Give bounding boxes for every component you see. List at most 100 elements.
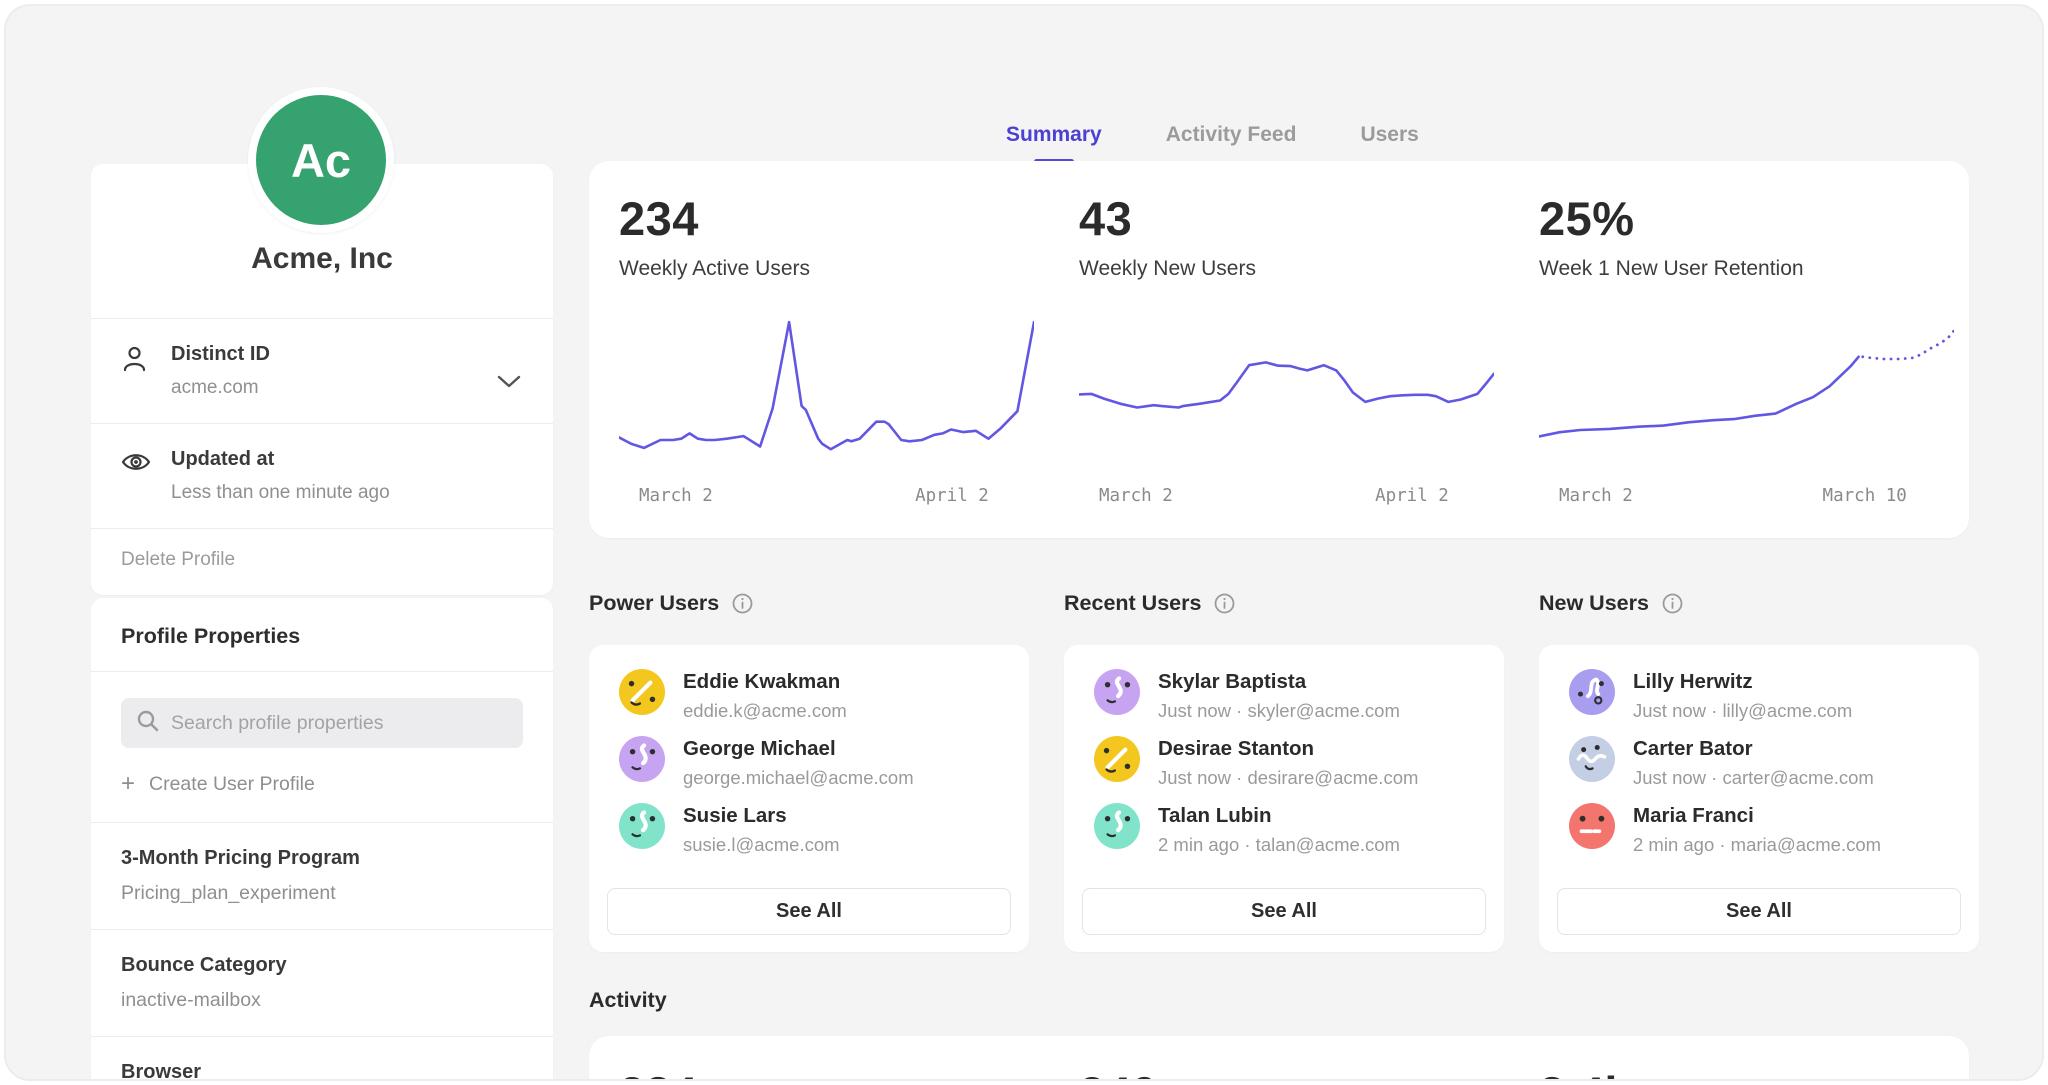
app-window: Ac Acme, Inc Distinct ID acme.com: [4, 4, 2044, 1081]
week1-retention-chart: [1539, 306, 1954, 474]
tab-activity-feed[interactable]: Activity Feed: [1166, 123, 1297, 164]
weekly-new-users-chart: [1079, 306, 1494, 474]
user-name: George Michael: [683, 736, 914, 761]
search-icon: [137, 710, 159, 737]
stat-label: Weekly New Users: [1079, 257, 1496, 281]
user-row[interactable]: Carter Bator Just now · carter@acme.com: [1569, 736, 1949, 789]
profile-properties-title: Profile Properties: [91, 598, 553, 671]
user-row[interactable]: Skylar Baptista Just now · skyler@acme.c…: [1094, 669, 1474, 722]
recent-users-card: Skylar Baptista Just now · skyler@acme.c…: [1064, 645, 1504, 952]
user-avatar: [1094, 669, 1140, 715]
chevron-down-icon[interactable]: [497, 375, 521, 394]
eye-icon: [121, 448, 151, 504]
stat-week1-retention: 25% Week 1 New User Retention March 2 Ma…: [1539, 161, 1956, 538]
power-users-card: Eddie Kwakman eddie.k@acme.com George Mi…: [589, 645, 1029, 952]
field-label: Updated at: [171, 448, 390, 471]
user-row[interactable]: Maria Franci 2 min ago · maria@acme.com: [1569, 803, 1949, 856]
user-avatar: [1094, 736, 1140, 782]
new-users-title: New Users: [1539, 591, 1649, 616]
search-input[interactable]: [171, 712, 507, 735]
info-icon[interactable]: [1662, 593, 1683, 614]
delete-profile-button[interactable]: Delete Profile: [91, 529, 553, 595]
user-name: Desirae Stanton: [1158, 736, 1418, 761]
user-meta: Just now · skyler@acme.com: [1158, 700, 1400, 722]
summary-stats-card: 234 Weekly Active Users March 2 April 2 …: [589, 161, 1969, 538]
user-name: Carter Bator: [1633, 736, 1874, 761]
plus-icon: +: [121, 772, 135, 796]
company-avatar: Ac: [248, 87, 394, 233]
user-meta: Just now · carter@acme.com: [1633, 767, 1874, 789]
user-row[interactable]: Eddie Kwakman eddie.k@acme.com: [619, 669, 999, 722]
x-tick: March 10: [1823, 486, 1907, 506]
user-row[interactable]: Susie Lars susie.l@acme.com: [619, 803, 999, 856]
field-distinct-id[interactable]: Distinct ID acme.com: [91, 319, 553, 423]
x-tick: March 2: [1099, 486, 1173, 506]
user-name: Skylar Baptista: [1158, 669, 1400, 694]
stat-weekly-active-users: 234 Weekly Active Users March 2 April 2: [619, 161, 1036, 538]
user-meta: 2 min ago · talan@acme.com: [1158, 834, 1400, 856]
create-user-profile-button[interactable]: + Create User Profile: [121, 772, 315, 796]
chart-x-axis: March 2 April 2: [1079, 486, 1496, 510]
user-meta: 2 min ago · maria@acme.com: [1633, 834, 1881, 856]
user-name: Lilly Herwitz: [1633, 669, 1852, 694]
user-avatar: [619, 669, 665, 715]
property-name: Browser: [121, 1061, 523, 1081]
profile-properties-card: Profile Properties + Create User Profile…: [91, 598, 553, 1081]
info-icon[interactable]: [1214, 593, 1235, 614]
property-row: Browser Chrome: [91, 1037, 553, 1081]
property-row: Bounce Category inactive-mailbox: [91, 930, 553, 1036]
activity-card: 234 240 3.4k: [589, 1036, 1969, 1081]
user-avatar: [619, 803, 665, 849]
stat-value: 43: [1079, 191, 1496, 246]
user-name: Eddie Kwakman: [683, 669, 847, 694]
stat-value: 25%: [1539, 191, 1956, 246]
info-icon[interactable]: [732, 593, 753, 614]
new-users-card: Lilly Herwitz Just now · lilly@acme.com …: [1539, 645, 1979, 952]
user-meta: george.michael@acme.com: [683, 767, 914, 789]
user-meta: Just now · desirare@acme.com: [1158, 767, 1418, 789]
x-tick: April 2: [915, 486, 989, 506]
field-label: Distinct ID: [171, 343, 270, 366]
profile-properties-search[interactable]: [121, 698, 523, 748]
property-name: Bounce Category: [121, 954, 523, 977]
stat-label: Week 1 New User Retention: [1539, 257, 1956, 281]
tab-summary[interactable]: Summary: [1006, 123, 1102, 164]
recent-users-title: Recent Users: [1064, 591, 1201, 616]
profile-tabs: Summary Activity Feed Users: [1006, 123, 1419, 164]
user-row[interactable]: George Michael george.michael@acme.com: [619, 736, 999, 789]
field-updated-at: Updated at Less than one minute ago: [91, 424, 553, 528]
divider: [91, 671, 553, 672]
user-name: Susie Lars: [683, 803, 840, 828]
user-meta: susie.l@acme.com: [683, 834, 840, 856]
x-tick: April 2: [1375, 486, 1449, 506]
create-user-profile-label: Create User Profile: [149, 773, 315, 796]
user-avatar: [1094, 803, 1140, 849]
activity-stat: 234: [619, 1066, 697, 1081]
user-name: Maria Franci: [1633, 803, 1881, 828]
stat-weekly-new-users: 43 Weekly New Users March 2 April 2: [1079, 161, 1496, 538]
see-all-button[interactable]: See All: [1082, 888, 1486, 935]
see-all-button[interactable]: See All: [607, 888, 1011, 935]
see-all-button[interactable]: See All: [1557, 888, 1961, 935]
activity-stat: 240: [1079, 1066, 1157, 1081]
activity-stat: 3.4k: [1539, 1066, 1630, 1081]
user-avatar: [619, 736, 665, 782]
user-row[interactable]: Lilly Herwitz Just now · lilly@acme.com: [1569, 669, 1949, 722]
user-row[interactable]: Talan Lubin 2 min ago · talan@acme.com: [1094, 803, 1474, 856]
x-tick: March 2: [1559, 486, 1633, 506]
weekly-active-users-chart: [619, 306, 1034, 474]
user-row[interactable]: Desirae Stanton Just now · desirare@acme…: [1094, 736, 1474, 789]
field-value: Less than one minute ago: [171, 482, 390, 504]
property-name: 3-Month Pricing Program: [121, 847, 523, 870]
user-avatar: [1569, 669, 1615, 715]
chart-x-axis: March 2 April 2: [619, 486, 1036, 510]
field-value: acme.com: [171, 377, 270, 399]
tab-users[interactable]: Users: [1360, 123, 1418, 164]
activity-title: Activity: [589, 988, 667, 1013]
property-row: 3-Month Pricing Program Pricing_plan_exp…: [91, 823, 553, 929]
user-avatar: [1569, 803, 1615, 849]
person-icon: [121, 343, 151, 399]
power-users-section: Power Users Eddie Kwakman eddie.k@acme.c…: [589, 591, 1029, 952]
user-avatar: [1569, 736, 1615, 782]
user-name: Talan Lubin: [1158, 803, 1400, 828]
